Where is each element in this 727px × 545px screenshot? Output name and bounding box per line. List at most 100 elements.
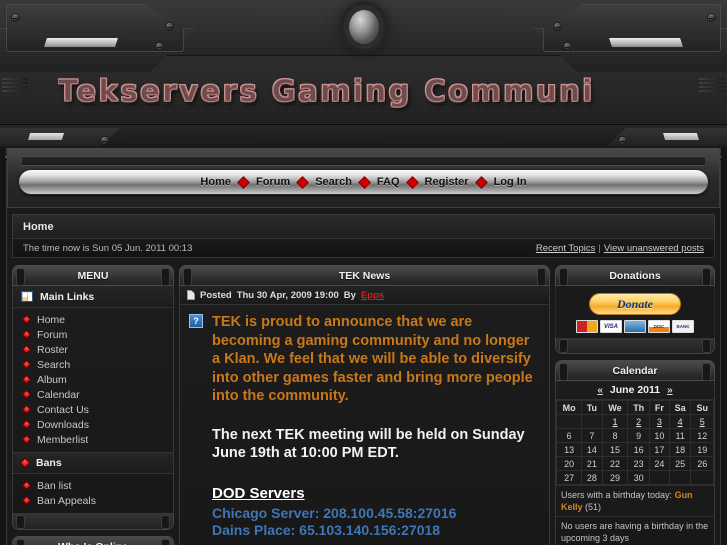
sidebar-item-search[interactable]: Search	[13, 357, 173, 372]
left-sidebar: MENU Main Links Home Forum Roster Search…	[12, 265, 174, 545]
calendar-day-cell[interactable]: 24	[648, 456, 670, 471]
sidebar-item-label: Album	[37, 373, 67, 386]
calendar-day-cell[interactable]: 30	[627, 470, 650, 485]
sidebar-item-ban-list[interactable]: Ban list	[13, 478, 173, 493]
nav-item-search[interactable]: Search	[308, 176, 359, 188]
calendar-day-cell[interactable]: 6	[555, 428, 583, 443]
calendar-panel: Calendar « June 2011 » Mo Tu We Th Fr Sa…	[555, 360, 715, 545]
calendar-day-cell[interactable]: 3	[648, 414, 670, 429]
bullet-diamond-icon	[21, 419, 32, 430]
calendar-day-cell[interactable]: 4	[668, 414, 692, 429]
calendar-day-cell[interactable]: 12	[690, 428, 714, 443]
recent-topics-link[interactable]: Recent Topics	[536, 243, 596, 254]
calendar-day-cell[interactable]: 10	[648, 428, 670, 443]
post-servers-heading: DOD Servers	[212, 484, 305, 502]
menu-panel-body: Main Links Home Forum Roster Search Albu…	[12, 286, 174, 514]
sidebar-item-forum[interactable]: Forum	[13, 327, 173, 342]
bullet-diamond-icon	[21, 434, 32, 445]
unanswered-posts-link[interactable]: View unanswered posts	[604, 243, 704, 254]
discover-card-icon: DISC	[648, 320, 670, 333]
sidebar-item-album[interactable]: Album	[13, 372, 173, 387]
banner-orb-light	[349, 10, 379, 44]
page-root: Tekservers Gaming Communi Home Forum Sea…	[0, 0, 727, 545]
calendar-month-label: June 2011	[609, 384, 661, 396]
banner-bottom-light-right	[663, 133, 699, 140]
calendar-day-cell[interactable]: 27	[555, 470, 583, 485]
nav-bar: Home Forum Search FAQ Register Log In	[18, 169, 709, 195]
calendar-day-cell	[668, 470, 692, 485]
calendar-day-cell[interactable]: 2	[627, 414, 650, 429]
sidebar-item-ban-appeals[interactable]: Ban Appeals	[13, 493, 173, 508]
nav-separator-diamond-icon	[405, 175, 419, 189]
calendar-prev-month-button[interactable]: «	[597, 385, 603, 396]
nav-item-register[interactable]: Register	[418, 176, 476, 188]
nav-item-login[interactable]: Log In	[487, 176, 534, 188]
content-frame: Home Forum Search FAQ Register Log In Ho…	[4, 148, 723, 545]
calendar-day-cell[interactable]: 9	[627, 428, 650, 443]
calendar-day-cell[interactable]: 17	[648, 442, 670, 457]
calendar-day-cell[interactable]: 29	[601, 470, 629, 485]
amex-card-icon	[624, 320, 646, 333]
calendar-day-link[interactable]: 3	[657, 417, 662, 427]
post-paragraph-announcement: TEK is proud to announce that we are bec…	[212, 314, 533, 405]
sidebar-item-label: Roster	[37, 343, 68, 356]
bullet-diamond-icon	[21, 374, 32, 385]
calendar-body: « June 2011 » Mo Tu We Th Fr Sa Su 1 2 3…	[555, 381, 715, 545]
calendar-day-link[interactable]: 4	[678, 417, 683, 427]
calendar-day-cell[interactable]: 28	[581, 470, 603, 485]
bullet-diamond-icon	[21, 329, 32, 340]
calendar-day-cell[interactable]: 15	[601, 442, 629, 457]
site-title: Tekservers Gaming Communi	[58, 74, 595, 108]
time-bar: The time now is Sun 05 Jun. 2011 00:13 R…	[12, 238, 715, 258]
bans-list: Ban list Ban Appeals	[13, 474, 173, 513]
calendar-day-cell[interactable]: 20	[555, 456, 583, 471]
calendar-day-cell[interactable]: 23	[627, 456, 650, 471]
calendar-day-cell[interactable]: 18	[668, 442, 692, 457]
calendar-day-cell[interactable]: 19	[690, 442, 714, 457]
calendar-day-link[interactable]: 2	[636, 417, 641, 427]
sidebar-item-roster[interactable]: Roster	[13, 342, 173, 357]
calendar-day-cell[interactable]: 22	[601, 456, 629, 471]
birthday-today-prefix: Users with a birthday today:	[561, 490, 675, 500]
main-navigation: Home Forum Search FAQ Register Log In	[7, 148, 720, 208]
server-link-chicago[interactable]: Chicago Server: 208.100.45.58:27016	[212, 505, 539, 523]
sidebar-item-downloads[interactable]: Downloads	[13, 417, 173, 432]
sidebar-item-contact-us[interactable]: Contact Us	[13, 402, 173, 417]
calendar-day-cell[interactable]: 13	[555, 442, 583, 457]
calendar-day-cell[interactable]: 26	[690, 456, 714, 471]
current-time-text: The time now is Sun 05 Jun. 2011 00:13	[23, 242, 193, 254]
calendar-weekday: Mo	[555, 400, 583, 415]
calendar-day-cell[interactable]: 14	[581, 442, 603, 457]
calendar-grid: Mo Tu We Th Fr Sa Su 1 2 3 4 5 6 7 8 9 1…	[555, 400, 714, 485]
donations-panel: Donations Donate VISA DISC BANK	[555, 265, 715, 354]
post-author-link[interactable]: Epps	[361, 290, 384, 301]
sidebar-item-memberlist[interactable]: Memberlist	[13, 432, 173, 447]
calendar-next-month-button[interactable]: »	[667, 385, 673, 396]
banner-bottom-light-left	[28, 133, 64, 140]
nav-item-faq[interactable]: FAQ	[370, 176, 407, 188]
calendar-day-cell[interactable]: 8	[601, 428, 629, 443]
calendar-day-link[interactable]: 1	[612, 417, 617, 427]
screw-icon	[165, 22, 174, 31]
breadcrumb-label[interactable]: Home	[23, 221, 54, 233]
calendar-day-cell[interactable]: 1	[601, 414, 629, 429]
calendar-day-link[interactable]: 5	[700, 417, 705, 427]
calendar-day-cell[interactable]: 7	[581, 428, 603, 443]
calendar-day-cell[interactable]: 11	[668, 428, 692, 443]
server-link-dains-place[interactable]: Dains Place: 65.103.140.156:27018	[212, 522, 539, 540]
calendar-day-cell[interactable]: 21	[581, 456, 603, 471]
sidebar-item-calendar[interactable]: Calendar	[13, 387, 173, 402]
calendar-day-cell[interactable]: 16	[627, 442, 650, 457]
sidebar-item-label: Downloads	[37, 418, 89, 431]
donate-button[interactable]: Donate	[589, 293, 681, 315]
sidebar-item-home[interactable]: Home	[13, 312, 173, 327]
birthday-today-age: (51)	[582, 502, 602, 513]
calendar-day-cell[interactable]: 5	[690, 414, 714, 429]
calendar-day-cell	[555, 414, 583, 429]
calendar-day-cell[interactable]: 25	[668, 456, 692, 471]
nav-item-forum[interactable]: Forum	[249, 176, 297, 188]
screw-icon	[100, 136, 109, 145]
nav-separator-diamond-icon	[296, 175, 310, 189]
calendar-day-cell	[690, 470, 714, 485]
nav-item-home[interactable]: Home	[193, 176, 238, 188]
